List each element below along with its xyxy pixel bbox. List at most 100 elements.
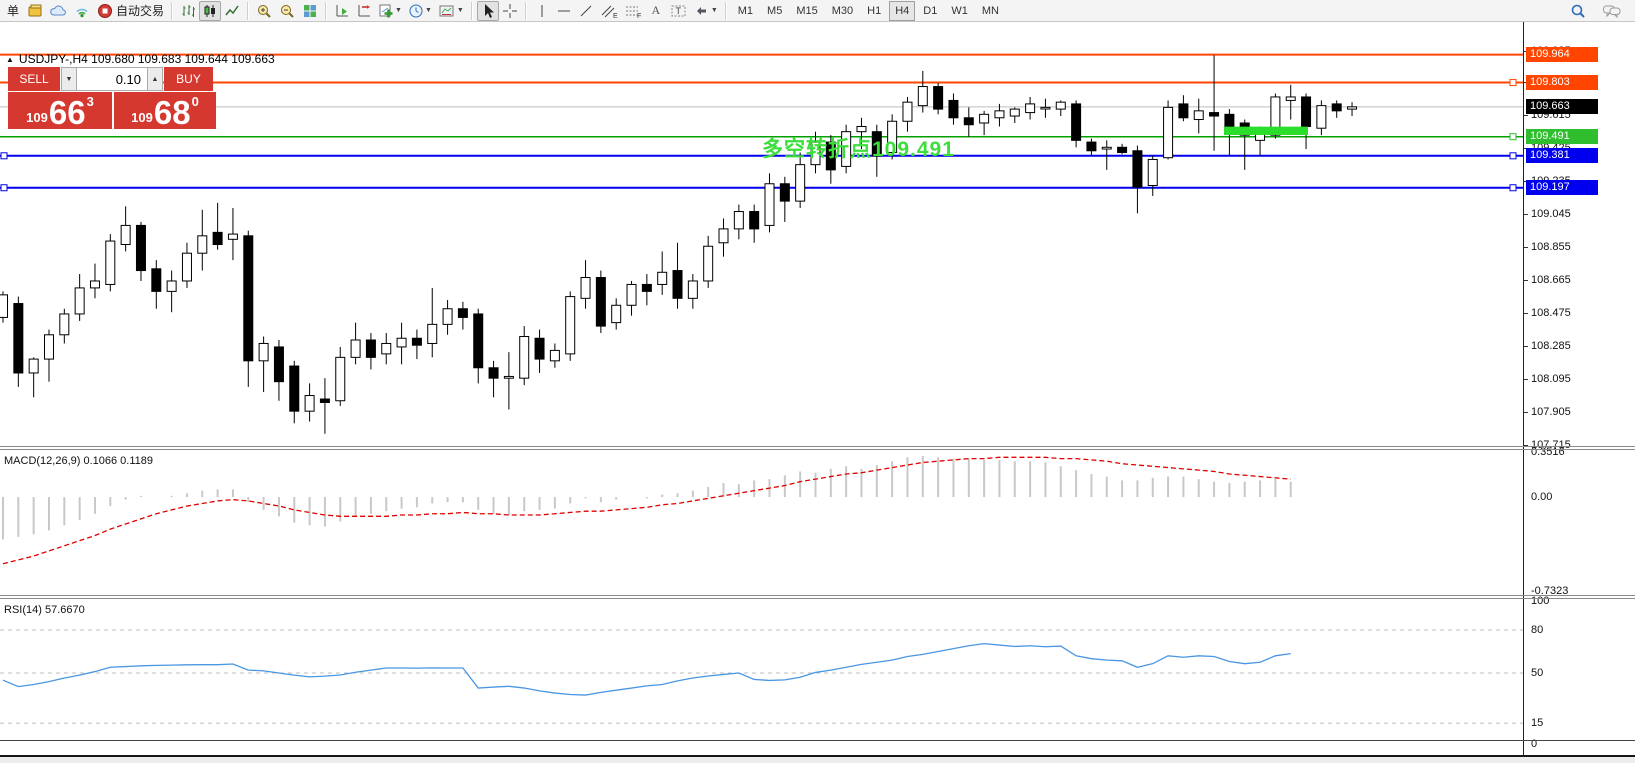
chevron-down-icon: ▼ [711,7,718,14]
candle [474,309,483,384]
timeframe-button-m30[interactable]: M30 [826,1,859,21]
candle [14,297,23,387]
candle [612,298,621,329]
pane-separator[interactable] [0,446,1635,447]
pane-separator[interactable] [0,598,1635,599]
sell-price-base: 109 [26,110,48,125]
auto-scroll-icon[interactable] [331,1,353,21]
price-badge: 109.197 [1526,180,1598,195]
candle [90,264,99,299]
lot-decrement-button[interactable]: ▼ [61,67,77,91]
fibonacci-icon[interactable]: F [621,1,645,21]
line-handle[interactable] [1510,185,1516,191]
candle [44,330,53,382]
label-icon[interactable]: T [667,1,691,21]
main-chart-canvas[interactable] [0,23,1523,448]
highlight-rectangle[interactable] [1224,127,1308,135]
lot-size-input[interactable]: 0.10 [77,67,147,91]
timeframe-button-w1[interactable]: W1 [945,1,974,21]
price-tick-label: 108.285 [1531,340,1571,352]
candle [0,291,8,322]
timeframe-button-d1[interactable]: D1 [917,1,943,21]
price-tick-label: 108.855 [1531,241,1571,253]
candle [1332,100,1341,117]
line-handle[interactable] [1510,153,1516,159]
candle [504,352,513,409]
search-icon[interactable] [1567,1,1589,21]
sell-price-point: 3 [87,94,94,109]
market-watch-icon[interactable] [24,1,46,21]
arrows-icon[interactable]: ▼ [691,1,721,21]
candle [320,378,329,434]
zoom-out-icon[interactable] [276,1,299,21]
chart-candles-icon[interactable] [199,1,221,21]
collapse-icon[interactable]: ▲ [6,55,14,64]
price-badge: 109.803 [1526,75,1598,90]
autotrading-button[interactable]: 自动交易 [94,1,167,21]
trendline-icon[interactable] [575,1,597,21]
pivot-annotation[interactable]: 多空转折点109.491 [762,133,955,163]
macd-tick-label: 0.3516 [1531,446,1565,458]
cloud-icon[interactable] [46,1,70,21]
candle [964,107,973,137]
candle [581,260,590,309]
tile-windows-icon[interactable] [299,1,321,21]
chart-title-row: ▲ USDJPY-,H4 109.680 109.683 109.644 109… [6,52,275,66]
rsi-pane-canvas[interactable] [0,599,1523,739]
template-icon[interactable]: ▼ [435,1,467,21]
cursor-icon[interactable] [477,1,499,21]
timeframe-button-h4[interactable]: H4 [889,1,915,21]
candle [949,93,958,124]
one-click-trade-panel: SELL ▼ 0.10 ▲ BUY 109 66 3 109 68 0 [8,67,216,129]
candle [167,271,176,313]
chart-bars-icon[interactable] [177,1,199,21]
chat-icon[interactable] [1599,1,1625,21]
candle [397,323,406,365]
new-chart-icon[interactable]: ▼ [375,1,405,21]
timeframe-button-mn[interactable]: MN [976,1,1005,21]
chart-shift-icon[interactable] [353,1,375,21]
candle [489,361,498,397]
crosshair-icon[interactable] [499,1,521,21]
candle [550,343,559,367]
new-order-button[interactable]: 单 [2,1,24,21]
timeframe-button-h1[interactable]: H1 [861,1,887,21]
time-axis-line [0,740,1635,741]
pane-separator[interactable] [0,595,1635,596]
candle [980,111,989,135]
rsi-tick-label: 50 [1531,667,1543,679]
price-tick [1524,115,1528,116]
candle [673,243,682,309]
line-handle[interactable] [1,153,7,159]
timeframe-button-m1[interactable]: M1 [732,1,759,21]
line-handle[interactable] [1510,80,1516,86]
sell-quote-tile[interactable]: 109 66 3 [8,92,114,129]
buy-quote-tile[interactable]: 109 68 0 [114,92,216,129]
timeframe-button-m15[interactable]: M15 [790,1,823,21]
main-toolbar: 单 自动交易 [0,0,1635,22]
line-handle[interactable] [1,185,7,191]
candle [1072,100,1081,147]
text-icon[interactable]: A [645,1,667,21]
channel-icon[interactable]: E [597,1,621,21]
price-tick-label: 108.665 [1531,274,1571,286]
pane-separator[interactable] [0,449,1635,450]
price-badge: 109.964 [1526,47,1598,62]
periods-icon[interactable]: ▼ [405,1,435,21]
signal-icon[interactable] [70,1,94,21]
chart-line-icon[interactable] [221,1,243,21]
price-axis[interactable]: 109.985109.805109.615109.425109.235109.0… [1523,22,1635,756]
buy-button[interactable]: BUY [164,67,213,91]
candle [213,203,222,250]
sell-button[interactable]: SELL [8,67,61,91]
zoom-in-icon[interactable] [253,1,276,21]
macd-pane-canvas[interactable] [0,449,1523,595]
macd-label: MACD(12,26,9) 0.1066 0.1189 [4,455,153,467]
timeframe-button-m5[interactable]: M5 [761,1,788,21]
vertical-line-icon[interactable] [531,1,553,21]
horizontal-line-icon[interactable] [553,1,575,21]
lot-increment-button[interactable]: ▲ [147,67,163,91]
line-handle[interactable] [1510,134,1516,140]
toolbar-separator [171,2,173,20]
price-tick [1524,313,1528,314]
